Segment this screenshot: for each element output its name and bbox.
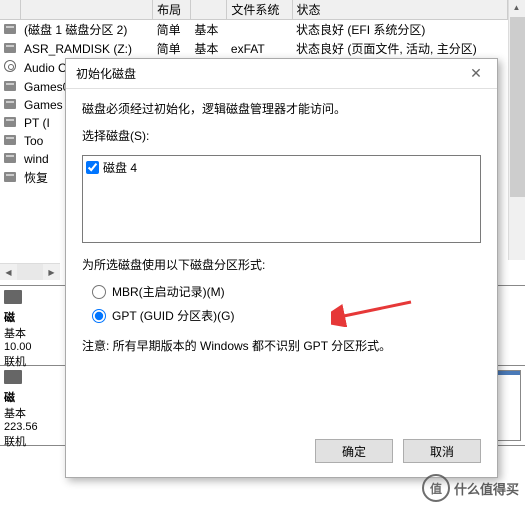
dialog-titlebar[interactable]: 初始化磁盘 ✕ (66, 59, 497, 89)
partition-style-label: 为所选磁盘使用以下磁盘分区形式: (82, 257, 481, 274)
dialog-title: 初始化磁盘 (76, 65, 136, 82)
cancel-button[interactable]: 取消 (403, 439, 481, 463)
volume-icon (4, 43, 16, 53)
mbr-radio[interactable] (92, 285, 106, 299)
gpt-radio[interactable] (92, 309, 106, 323)
volume-icon (4, 81, 16, 91)
volume-icon (4, 153, 16, 163)
dialog-message: 磁盘必须经过初始化，逻辑磁盘管理器才能访问。 (82, 101, 481, 118)
disk-list-item[interactable]: 磁盘 4 (85, 158, 478, 177)
disk-icon (4, 290, 22, 304)
disk-icon (4, 370, 22, 384)
gpt-radio-item[interactable]: GPT (GUID 分区表)(G) (92, 307, 481, 324)
initialize-disk-dialog: 初始化磁盘 ✕ 磁盘必须经过初始化，逻辑磁盘管理器才能访问。 选择磁盘(S): … (65, 58, 498, 478)
scroll-left-icon[interactable]: ◀ (0, 264, 17, 281)
close-icon[interactable]: ✕ (461, 62, 491, 86)
volume-icon (4, 99, 16, 109)
scroll-up-icon[interactable]: ▲ (509, 0, 524, 15)
volume-icon (4, 135, 16, 145)
disk-listbox[interactable]: 磁盘 4 (82, 155, 481, 243)
column-headers: 布局文件系统状态 (0, 0, 525, 20)
table-row[interactable]: (磁盘 1 磁盘分区 2)简单基本状态良好 (EFI 系统分区)1 (0, 20, 525, 40)
gpt-note: 注意: 所有早期版本的 Windows 都不识别 GPT 分区形式。 (82, 338, 481, 355)
mbr-radio-item[interactable]: MBR(主启动记录)(M) (92, 283, 481, 300)
volume-icon (4, 24, 16, 34)
table-row[interactable]: ASR_RAMDISK (Z:)简单基本exFAT状态良好 (页面文件, 活动,… (0, 39, 525, 58)
select-disk-label: 选择磁盘(S): (82, 128, 481, 145)
scroll-thumb[interactable] (510, 17, 525, 197)
cd-icon (4, 60, 16, 72)
watermark-icon: 值 (422, 474, 450, 502)
vertical-scrollbar[interactable]: ▲ (508, 0, 525, 260)
ok-button[interactable]: 确定 (315, 439, 393, 463)
volume-icon (4, 172, 16, 182)
disk-checkbox[interactable] (86, 161, 99, 174)
volume-icon (4, 117, 16, 127)
horizontal-scrollbar[interactable]: ◀ ▶ (0, 263, 60, 280)
watermark: 值 什么值得买 (422, 474, 519, 502)
scroll-right-icon[interactable]: ▶ (43, 264, 60, 281)
